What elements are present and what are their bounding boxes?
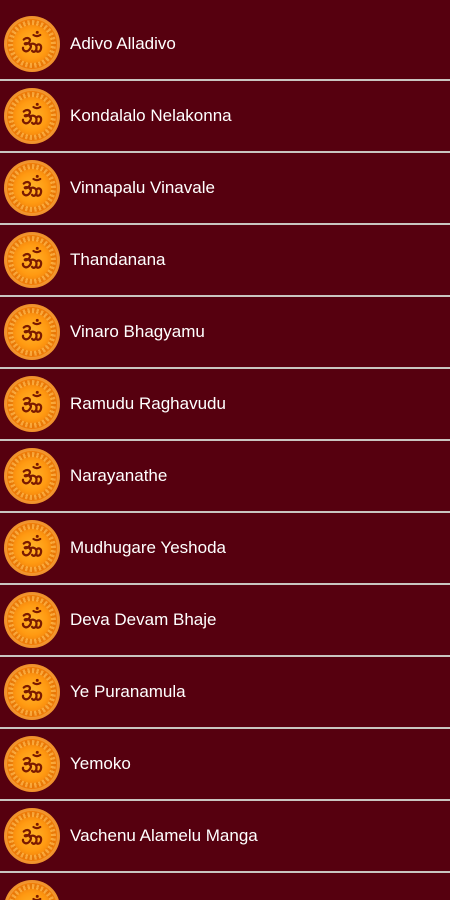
song-list: Adivo Alladivo Kondalalo Nelakonna Vinnapa…: [0, 0, 450, 900]
om-glyph: [21, 534, 43, 557]
song-title: Mudhugare Yeshoda: [70, 538, 226, 557]
song-title: Kondalalo Nelakonna: [70, 106, 232, 125]
om-glyph: [21, 318, 43, 341]
song-title: Vinaro Bhagyamu: [70, 322, 205, 341]
list-item[interactable]: Mudhugare Yeshoda: [0, 513, 450, 583]
song-title: Ye Puranamula: [70, 682, 186, 701]
list-item[interactable]: [0, 873, 450, 900]
om-glyph: [21, 102, 43, 125]
om-icon: [4, 16, 60, 72]
om-icon: [4, 520, 60, 576]
om-glyph: [21, 390, 43, 413]
list-item[interactable]: Ramudu Raghavudu: [0, 369, 450, 439]
om-icon: [4, 592, 60, 648]
list-item[interactable]: Yemoko: [0, 729, 450, 799]
song-title: Thandanana: [70, 250, 166, 269]
om-icon: [4, 160, 60, 216]
om-glyph: [21, 678, 43, 701]
om-icon: [4, 880, 60, 900]
om-icon: [4, 808, 60, 864]
om-glyph: [21, 822, 43, 845]
om-icon: [4, 376, 60, 432]
list-item[interactable]: Vinnapalu Vinavale: [0, 153, 450, 223]
om-icon: [4, 88, 60, 144]
list-item[interactable]: Kondalalo Nelakonna: [0, 81, 450, 151]
om-icon: [4, 664, 60, 720]
song-title: Adivo Alladivo: [70, 34, 176, 53]
om-icon: [4, 304, 60, 360]
list-item[interactable]: Ye Puranamula: [0, 657, 450, 727]
song-title: Deva Devam Bhaje: [70, 610, 217, 629]
om-glyph: [21, 30, 43, 53]
list-item[interactable]: Narayanathe: [0, 441, 450, 511]
om-glyph: [21, 462, 43, 485]
song-title: Ramudu Raghavudu: [70, 394, 226, 413]
song-title: Vinnapalu Vinavale: [70, 178, 215, 197]
song-title: Narayanathe: [70, 466, 168, 485]
list-item[interactable]: Vinaro Bhagyamu: [0, 297, 450, 367]
list-item[interactable]: Adivo Alladivo: [0, 9, 450, 79]
song-title: Vachenu Alamelu Manga: [70, 826, 258, 845]
list-item[interactable]: Thandanana: [0, 225, 450, 295]
om-glyph: [32, 894, 42, 900]
list-item[interactable]: Deva Devam Bhaje: [0, 585, 450, 655]
om-icon: [4, 448, 60, 504]
list-item[interactable]: Vachenu Alamelu Manga: [0, 801, 450, 871]
om-glyph: [21, 246, 43, 269]
om-glyph: [21, 174, 43, 197]
om-icon: [4, 736, 60, 792]
om-glyph: [21, 606, 43, 629]
om-icon: [4, 232, 60, 288]
om-glyph: [21, 750, 43, 773]
song-title: Yemoko: [70, 754, 131, 773]
